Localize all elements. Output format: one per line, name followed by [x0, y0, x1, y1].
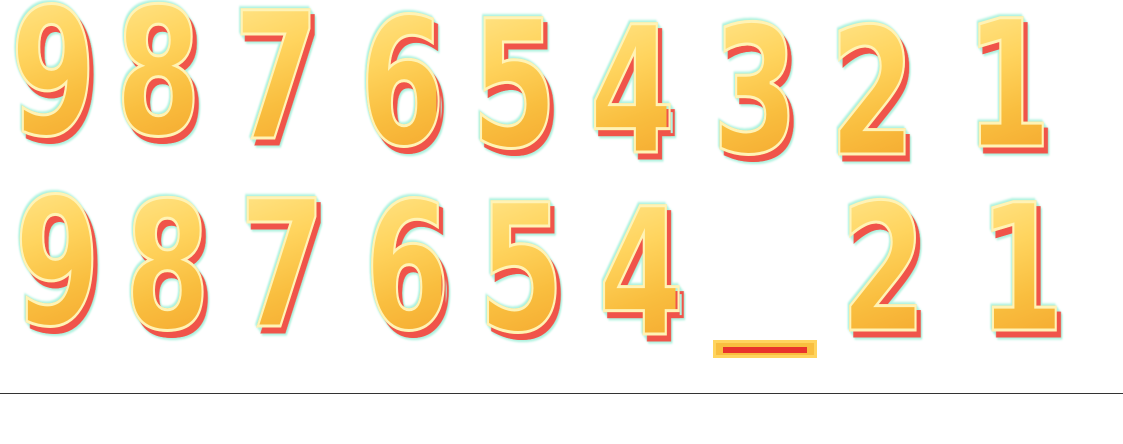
digit-4: 4 [597, 171, 685, 376]
digit-4: 4 [588, 0, 676, 194]
digit-2: 2 [828, 0, 916, 196]
incomplete-sequence-row: 9 8 7 6 5 4 2 1 [0, 161, 1123, 372]
divider-line [0, 393, 1123, 394]
number-sequence-puzzle: 9 8 7 6 5 4 3 2 1 9 8 7 6 5 4 2 1 [0, 0, 1123, 444]
digit-5: 5 [470, 0, 558, 188]
digit-7: 7 [232, 0, 320, 180]
digit-1: 1 [964, 0, 1052, 188]
digit-5: 5 [477, 167, 565, 372]
digit-3: 3 [711, 0, 799, 194]
digit-6: 6 [363, 165, 451, 370]
digit-2: 2 [839, 167, 927, 372]
missing-digit-blank [713, 340, 817, 358]
full-sequence-row: 9 8 7 6 5 4 3 2 1 [0, 0, 1123, 194]
blank-underline-bar [723, 347, 807, 353]
digit-9: 9 [13, 161, 101, 366]
digit-8: 8 [114, 0, 202, 163]
digit-6: 6 [358, 0, 446, 186]
digit-8: 8 [123, 165, 211, 370]
digit-9: 9 [9, 0, 97, 163]
digit-7: 7 [238, 163, 326, 368]
digit-1: 1 [977, 167, 1065, 372]
